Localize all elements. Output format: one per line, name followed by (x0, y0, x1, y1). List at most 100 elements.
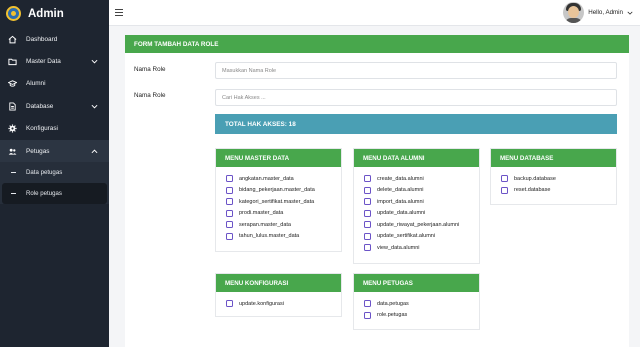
home-icon (7, 34, 17, 44)
chevron-up-icon (91, 149, 98, 154)
checkbox[interactable] (226, 198, 233, 206)
sidebar-item-label: Konfigurasi (26, 125, 58, 133)
permission-label: view_data.alumni (377, 244, 420, 251)
group-petugas: MENU PETUGAS data.petugas role.petugas (353, 273, 480, 330)
checkbox[interactable] (364, 244, 371, 252)
permission-checkbox[interactable]: delete_data.alumni (364, 185, 479, 197)
permission-checkbox[interactable]: update_data.alumni (364, 208, 479, 220)
group-data-alumni: MENU DATA ALUMNI create_data.alumni dele… (353, 148, 480, 264)
brand[interactable]: Admin (0, 0, 109, 27)
sidebar-item-konfigurasi[interactable]: Konfigurasi (0, 118, 109, 140)
permission-checkbox[interactable]: serapan.master_data (226, 219, 341, 231)
sidebar-item-petugas[interactable]: Petugas (0, 139, 109, 163)
sidebar-item-dashboard[interactable]: Dashboard (0, 28, 109, 50)
sidebar-subitem-role-petugas[interactable]: Role petugas (2, 183, 107, 205)
sidebar-subitem-label: Role petugas (26, 190, 62, 198)
group-database: MENU DATABASE backup.database reset.data… (490, 148, 617, 205)
checkbox[interactable] (364, 186, 371, 194)
group-master-data: MENU MASTER DATA angkatan.master_data bi… (215, 148, 342, 252)
permission-label: serapan.master_data (239, 221, 291, 228)
sidebar: Admin Dashboard Master Data Alumni Datab… (0, 0, 109, 347)
checkbox[interactable] (364, 232, 371, 240)
checkbox[interactable] (226, 186, 233, 194)
permission-checkbox[interactable]: backup.database (501, 173, 616, 185)
avatar (563, 2, 585, 23)
permission-checkbox[interactable]: create_data.alumni (364, 173, 479, 185)
chevron-down-icon (91, 105, 98, 109)
permission-checkbox[interactable]: bidang_pekerjaan.master_data (226, 185, 341, 197)
group-title: MENU PETUGAS (354, 274, 479, 292)
group-title: MENU DATABASE (491, 149, 616, 167)
permission-checkbox[interactable]: reset.database (501, 185, 616, 197)
sidebar-item-label: Master Data (26, 58, 61, 66)
checkbox[interactable] (364, 209, 371, 217)
form-card: FORM TAMBAH DATA ROLE Nama Role Masukkan… (125, 35, 629, 347)
checkbox[interactable] (364, 311, 371, 319)
permission-checkbox[interactable]: update_riwayat_pekerjaan.alumni (364, 219, 479, 231)
sidebar-item-master-data[interactable]: Master Data (0, 50, 109, 72)
permission-checkbox[interactable]: angkatan.master_data (226, 173, 341, 185)
permission-label: update.konfigurasi (239, 300, 284, 307)
group-title: MENU DATA ALUMNI (354, 149, 479, 167)
logo-icon (6, 6, 21, 21)
role-name-label: Nama Role (134, 66, 166, 73)
permission-checkbox[interactable]: import_data.alumni (364, 196, 479, 208)
role-name-input[interactable]: Masukkan Nama Role (215, 62, 617, 79)
group-title: MENU MASTER DATA (216, 149, 341, 167)
checkbox[interactable] (226, 221, 233, 229)
permission-checkbox[interactable]: kategori_sertifikat.master_data (226, 196, 341, 208)
sidebar-subitem-label: Data petugas (26, 169, 63, 177)
user-greeting: Hello, Admin (588, 9, 623, 16)
user-menu[interactable]: Hello, Admin (563, 2, 633, 23)
gear-icon (7, 124, 17, 134)
checkbox[interactable] (226, 232, 233, 240)
sidebar-item-alumni[interactable]: Alumni (0, 73, 109, 95)
permission-checkbox[interactable]: view_data.alumni (364, 242, 479, 254)
permission-checkbox[interactable]: prodi.master_data (226, 208, 341, 220)
permission-label: delete_data.alumni (377, 187, 424, 194)
checkbox[interactable] (501, 186, 508, 194)
permission-label: reset.database (514, 187, 551, 194)
permission-label: data.petugas (377, 300, 409, 307)
access-search-input[interactable]: Cari Hak Akses ... (215, 89, 617, 106)
sidebar-item-label: Dashboard (26, 35, 58, 43)
permission-checkbox[interactable]: tahun_lulus.master_data (226, 231, 341, 243)
permission-checkbox[interactable]: data.petugas (364, 298, 479, 310)
permission-label: prodi.master_data (239, 210, 284, 217)
checkbox[interactable] (364, 300, 371, 308)
dash-icon (11, 193, 16, 195)
checkbox[interactable] (364, 198, 371, 206)
permission-checkbox[interactable]: update_sertifikat.alumni (364, 231, 479, 243)
checkbox[interactable] (364, 175, 371, 183)
checkbox[interactable] (501, 175, 508, 183)
permission-label: role.petugas (377, 312, 408, 319)
permission-label: backup.database (514, 175, 556, 182)
sidebar-item-label: Alumni (26, 80, 46, 88)
permission-checkbox[interactable]: update.konfigurasi (226, 298, 341, 310)
access-search-label: Nama Role (134, 92, 166, 99)
permission-label: import_data.alumni (377, 198, 424, 205)
permission-label: update_riwayat_pekerjaan.alumni (377, 221, 460, 228)
sidebar-subitem-data-petugas[interactable]: Data petugas (0, 162, 109, 183)
chevron-down-icon (627, 11, 633, 15)
permission-label: update_sertifikat.alumni (377, 233, 436, 240)
checkbox[interactable] (226, 175, 233, 183)
checkbox[interactable] (364, 221, 371, 229)
permission-label: angkatan.master_data (239, 175, 294, 182)
permission-checkbox[interactable]: role.petugas (364, 310, 479, 322)
permission-label: update_data.alumni (377, 210, 426, 217)
sidebar-item-label: Petugas (26, 147, 50, 155)
permission-label: tahun_lulus.master_data (239, 233, 300, 240)
topbar: Hello, Admin (109, 0, 640, 26)
sidebar-item-database[interactable]: Database (0, 95, 109, 117)
checkbox[interactable] (226, 300, 233, 308)
file-icon (7, 101, 17, 111)
checkbox[interactable] (226, 209, 233, 217)
group-konfigurasi: MENU KONFIGURASI update.konfigurasi (215, 273, 342, 317)
users-icon (7, 146, 17, 156)
chevron-down-icon (91, 60, 98, 64)
hamburger-menu-icon[interactable] (115, 9, 123, 16)
dash-icon (11, 172, 16, 174)
total-access-banner: TOTAL HAK AKSES: 18 (215, 114, 617, 134)
permission-label: kategori_sertifikat.master_data (239, 198, 315, 205)
